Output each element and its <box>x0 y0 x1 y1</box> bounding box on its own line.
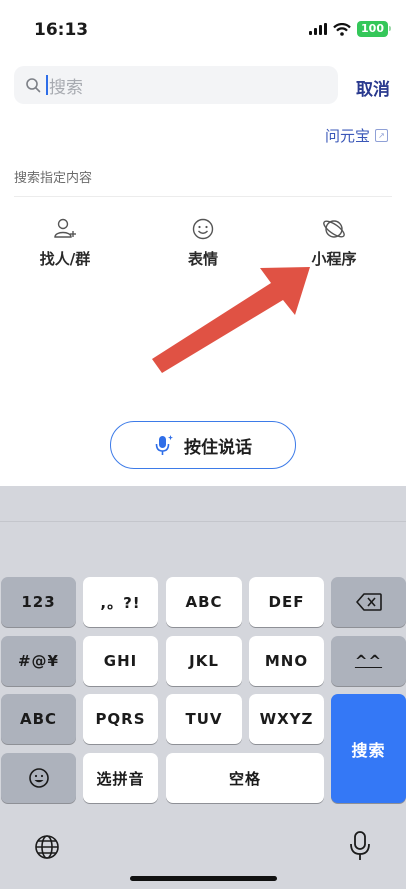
status-time: 16:13 <box>34 20 89 40</box>
key-emoticon[interactable]: ^^ <box>331 636 406 686</box>
key-punctuation[interactable]: ,。?! <box>83 577 158 627</box>
keyboard-search-button[interactable]: 搜索 <box>331 694 406 803</box>
key-wxyz[interactable]: WXYZ <box>249 694 324 744</box>
key-jkl[interactable]: JKL <box>166 636 242 686</box>
backspace-key[interactable] <box>331 577 406 627</box>
ask-yuanbao-label: 问元宝 <box>324 127 370 145</box>
keyboard: 123 ,。?! ABC DEF #@¥ GHI JKL MNO ^^ ABC … <box>0 486 406 889</box>
section-label: 搜索指定内容 <box>14 171 93 186</box>
key-pqrs[interactable]: PQRS <box>83 694 158 744</box>
key-123[interactable]: 123 <box>1 577 76 627</box>
status-icons: 100 <box>309 20 391 38</box>
search-placeholder: 搜索 <box>49 77 83 98</box>
text-cursor <box>46 75 48 95</box>
search-input[interactable]: 搜索 <box>14 66 338 104</box>
home-indicator <box>130 876 277 881</box>
emoji-key[interactable] <box>1 753 76 803</box>
space-key[interactable]: 空格 <box>166 753 324 803</box>
keyboard-candidate-bar <box>0 521 406 522</box>
wifi-icon <box>333 22 351 36</box>
globe-icon[interactable] <box>33 833 61 861</box>
key-abc[interactable]: ABC <box>166 577 242 627</box>
dictation-microphone-icon[interactable] <box>348 830 372 862</box>
annotation-arrow-icon <box>152 267 310 373</box>
hold-to-talk-label: 按住说话 <box>184 437 252 458</box>
search-icon <box>26 78 41 93</box>
backspace-icon <box>355 593 382 611</box>
key-pinyin-select[interactable]: 选拼音 <box>83 753 158 803</box>
external-link-icon: ↗ <box>375 129 388 142</box>
signal-icon <box>309 23 328 35</box>
key-tuv[interactable]: TUV <box>166 694 242 744</box>
hold-to-talk-button[interactable]: 按住说话 <box>110 421 296 469</box>
battery-indicator: 100 <box>357 21 391 37</box>
mini-program-icon <box>323 220 345 238</box>
microphone-icon <box>155 435 173 455</box>
key-symbols[interactable]: #@¥ <box>1 636 76 686</box>
key-def[interactable]: DEF <box>249 577 324 627</box>
key-abc-mode[interactable]: ABC <box>1 694 76 744</box>
divider <box>14 196 392 197</box>
emoji-icon <box>28 768 49 788</box>
key-mno[interactable]: MNO <box>249 636 324 686</box>
category-label: 找人/群 <box>39 250 91 268</box>
cancel-button[interactable]: 取消 <box>356 75 390 100</box>
ask-yuanbao-link[interactable]: 问元宝 ↗ <box>325 125 388 146</box>
add-person-icon <box>54 218 76 238</box>
category-find-people[interactable]: 找人/群 <box>10 216 120 269</box>
smiley-icon <box>192 218 214 240</box>
key-ghi[interactable]: GHI <box>83 636 158 686</box>
